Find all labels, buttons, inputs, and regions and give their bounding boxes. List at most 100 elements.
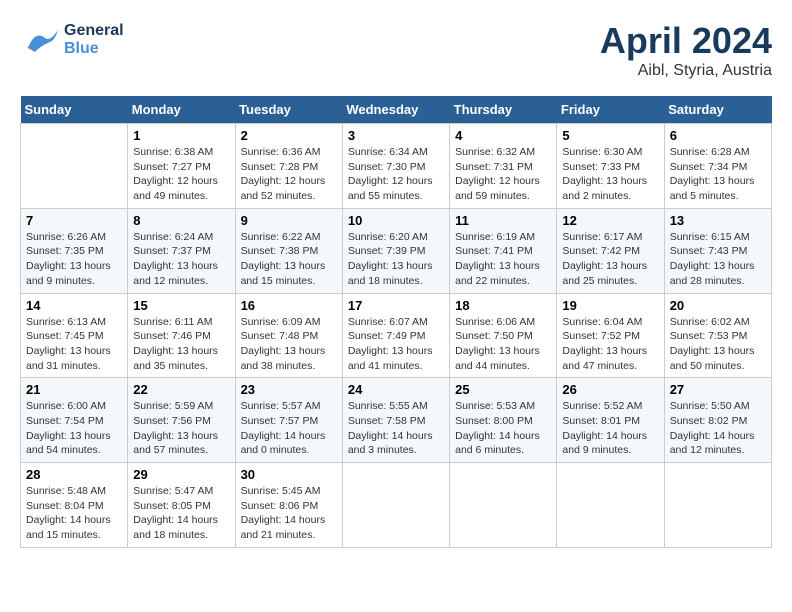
day-info: Sunrise: 6:02 AM Sunset: 7:53 PM Dayligh… [670, 315, 766, 374]
logo-blue-text: Blue [64, 40, 124, 58]
weekday-header-sunday: Sunday [21, 96, 128, 124]
calendar-cell: 16 Sunrise: 6:09 AM Sunset: 7:48 PM Dayli… [235, 293, 342, 378]
day-info: Sunrise: 6:04 AM Sunset: 7:52 PM Dayligh… [562, 315, 658, 374]
calendar-week-5: 28 Sunrise: 5:48 AM Sunset: 8:04 PM Dayli… [21, 463, 772, 548]
day-info: Sunrise: 6:26 AM Sunset: 7:35 PM Dayligh… [26, 230, 122, 289]
calendar-cell: 7 Sunrise: 6:26 AM Sunset: 7:35 PM Daylig… [21, 208, 128, 293]
calendar-cell: 25 Sunrise: 5:53 AM Sunset: 8:00 PM Dayli… [450, 378, 557, 463]
calendar-cell: 28 Sunrise: 5:48 AM Sunset: 8:04 PM Dayli… [21, 463, 128, 548]
calendar-cell: 10 Sunrise: 6:20 AM Sunset: 7:39 PM Dayli… [342, 208, 449, 293]
day-number: 15 [133, 298, 229, 313]
calendar-cell: 18 Sunrise: 6:06 AM Sunset: 7:50 PM Dayli… [450, 293, 557, 378]
day-info: Sunrise: 5:45 AM Sunset: 8:06 PM Dayligh… [241, 484, 337, 543]
day-info: Sunrise: 6:38 AM Sunset: 7:27 PM Dayligh… [133, 145, 229, 204]
calendar-cell: 9 Sunrise: 6:22 AM Sunset: 7:38 PM Daylig… [235, 208, 342, 293]
day-number: 27 [670, 382, 766, 397]
day-number: 10 [348, 213, 444, 228]
day-number: 18 [455, 298, 551, 313]
day-info: Sunrise: 5:47 AM Sunset: 8:05 PM Dayligh… [133, 484, 229, 543]
calendar-cell: 27Sunrise: 5:50 AM Sunset: 8:02 PM Dayli… [664, 378, 771, 463]
calendar-cell: 13Sunrise: 6:15 AM Sunset: 7:43 PM Dayli… [664, 208, 771, 293]
day-number: 8 [133, 213, 229, 228]
day-number: 20 [670, 298, 766, 313]
logo-general-text: General [64, 22, 124, 40]
calendar-cell: 1 Sunrise: 6:38 AM Sunset: 7:27 PM Daylig… [128, 124, 235, 209]
logo: General Blue [20, 20, 124, 60]
day-info: Sunrise: 6:06 AM Sunset: 7:50 PM Dayligh… [455, 315, 551, 374]
calendar-cell: 3 Sunrise: 6:34 AM Sunset: 7:30 PM Daylig… [342, 124, 449, 209]
day-number: 13 [670, 213, 766, 228]
calendar-cell: 20 Sunrise: 6:02 AM Sunset: 7:53 PM Dayli… [664, 293, 771, 378]
weekday-header-friday: Friday [557, 96, 664, 124]
day-info: Sunrise: 6:19 AM Sunset: 7:41 PM Dayligh… [455, 230, 551, 289]
calendar-cell: 15 Sunrise: 6:11 AM Sunset: 7:46 PM Dayli… [128, 293, 235, 378]
calendar-cell: 6 Sunrise: 6:28 AM Sunset: 7:34 PM Daylig… [664, 124, 771, 209]
day-number: 12 [562, 213, 658, 228]
day-number: 29 [133, 467, 229, 482]
day-number: 11 [455, 213, 551, 228]
day-info: Sunrise: 6:28 AM Sunset: 7:34 PM Dayligh… [670, 145, 766, 204]
calendar-cell: 21 Sunrise: 6:00 AM Sunset: 7:54 PM Dayli… [21, 378, 128, 463]
calendar-cell: 14Sunrise: 6:13 AM Sunset: 7:45 PM Dayli… [21, 293, 128, 378]
calendar-cell: 26Sunrise: 5:52 AM Sunset: 8:01 PM Dayli… [557, 378, 664, 463]
day-number: 9 [241, 213, 337, 228]
day-info: Sunrise: 6:36 AM Sunset: 7:28 PM Dayligh… [241, 145, 337, 204]
day-number: 1 [133, 128, 229, 143]
day-number: 21 [26, 382, 122, 397]
day-info: Sunrise: 5:52 AM Sunset: 8:01 PM Dayligh… [562, 399, 658, 458]
weekday-header-row: SundayMondayTuesdayWednesdayThursdayFrid… [21, 96, 772, 124]
calendar-cell [450, 463, 557, 548]
day-info: Sunrise: 6:22 AM Sunset: 7:38 PM Dayligh… [241, 230, 337, 289]
calendar-cell: 23Sunrise: 5:57 AM Sunset: 7:57 PM Dayli… [235, 378, 342, 463]
day-info: Sunrise: 6:20 AM Sunset: 7:39 PM Dayligh… [348, 230, 444, 289]
day-info: Sunrise: 6:11 AM Sunset: 7:46 PM Dayligh… [133, 315, 229, 374]
day-info: Sunrise: 5:57 AM Sunset: 7:57 PM Dayligh… [241, 399, 337, 458]
location: Aibl, Styria, Austria [600, 62, 772, 80]
day-number: 16 [241, 298, 337, 313]
day-info: Sunrise: 6:30 AM Sunset: 7:33 PM Dayligh… [562, 145, 658, 204]
day-info: Sunrise: 6:09 AM Sunset: 7:48 PM Dayligh… [241, 315, 337, 374]
page-header: General Blue April 2024 Aibl, Styria, Au… [20, 20, 772, 80]
calendar-cell: 12 Sunrise: 6:17 AM Sunset: 7:42 PM Dayli… [557, 208, 664, 293]
day-number: 28 [26, 467, 122, 482]
calendar-cell [21, 124, 128, 209]
day-number: 7 [26, 213, 122, 228]
calendar-cell: 22 Sunrise: 5:59 AM Sunset: 7:56 PM Dayli… [128, 378, 235, 463]
calendar-cell: 30 Sunrise: 5:45 AM Sunset: 8:06 PM Dayli… [235, 463, 342, 548]
calendar-cell: 5Sunrise: 6:30 AM Sunset: 7:33 PM Daylig… [557, 124, 664, 209]
day-info: Sunrise: 5:53 AM Sunset: 8:00 PM Dayligh… [455, 399, 551, 458]
day-number: 6 [670, 128, 766, 143]
calendar-cell: 17 Sunrise: 6:07 AM Sunset: 7:49 PM Dayli… [342, 293, 449, 378]
logo-icon [20, 20, 60, 60]
weekday-header-tuesday: Tuesday [235, 96, 342, 124]
logo-label: General Blue [64, 22, 124, 57]
day-info: Sunrise: 6:00 AM Sunset: 7:54 PM Dayligh… [26, 399, 122, 458]
day-info: Sunrise: 6:34 AM Sunset: 7:30 PM Dayligh… [348, 145, 444, 204]
weekday-header-saturday: Saturday [664, 96, 771, 124]
title-block: April 2024 Aibl, Styria, Austria [600, 20, 772, 80]
weekday-header-thursday: Thursday [450, 96, 557, 124]
calendar-cell: 24Sunrise: 5:55 AM Sunset: 7:58 PM Dayli… [342, 378, 449, 463]
day-info: Sunrise: 6:17 AM Sunset: 7:42 PM Dayligh… [562, 230, 658, 289]
calendar-cell: 2 Sunrise: 6:36 AM Sunset: 7:28 PM Daylig… [235, 124, 342, 209]
calendar-cell: 8Sunrise: 6:24 AM Sunset: 7:37 PM Daylig… [128, 208, 235, 293]
day-number: 17 [348, 298, 444, 313]
day-number: 22 [133, 382, 229, 397]
day-number: 30 [241, 467, 337, 482]
day-info: Sunrise: 5:59 AM Sunset: 7:56 PM Dayligh… [133, 399, 229, 458]
calendar-cell: 29 Sunrise: 5:47 AM Sunset: 8:05 PM Dayli… [128, 463, 235, 548]
day-number: 14 [26, 298, 122, 313]
day-number: 4 [455, 128, 551, 143]
calendar-cell: 11 Sunrise: 6:19 AM Sunset: 7:41 PM Dayli… [450, 208, 557, 293]
day-number: 3 [348, 128, 444, 143]
day-info: Sunrise: 6:07 AM Sunset: 7:49 PM Dayligh… [348, 315, 444, 374]
day-number: 19 [562, 298, 658, 313]
day-number: 25 [455, 382, 551, 397]
day-info: Sunrise: 5:48 AM Sunset: 8:04 PM Dayligh… [26, 484, 122, 543]
calendar-cell [664, 463, 771, 548]
weekday-header-monday: Monday [128, 96, 235, 124]
calendar-week-2: 7 Sunrise: 6:26 AM Sunset: 7:35 PM Daylig… [21, 208, 772, 293]
calendar-week-1: 1 Sunrise: 6:38 AM Sunset: 7:27 PM Daylig… [21, 124, 772, 209]
day-info: Sunrise: 5:55 AM Sunset: 7:58 PM Dayligh… [348, 399, 444, 458]
day-number: 2 [241, 128, 337, 143]
